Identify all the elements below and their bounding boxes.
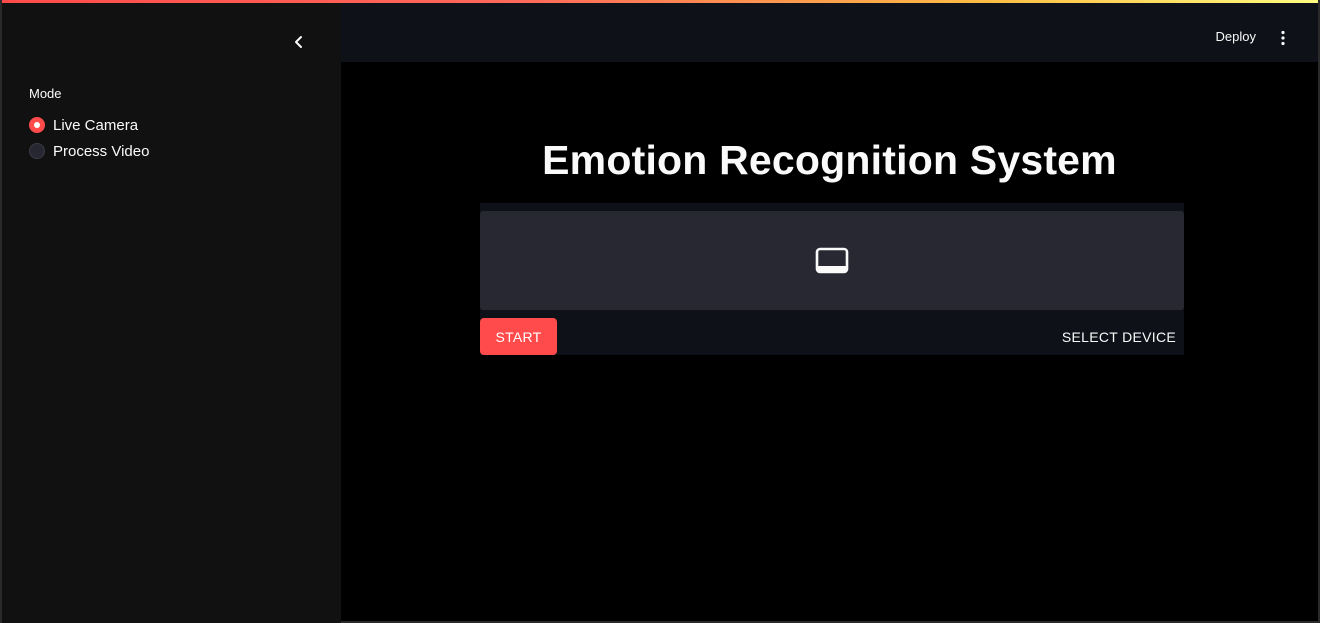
video-placeholder <box>480 211 1184 310</box>
more-vertical-icon <box>1281 30 1285 46</box>
collapse-sidebar-button[interactable] <box>286 30 312 54</box>
page-title: Emotion Recognition System <box>542 137 1117 183</box>
app-header: Deploy <box>341 0 1318 62</box>
main-content: Emotion Recognition System START SELECT … <box>341 62 1318 621</box>
deploy-button[interactable]: Deploy <box>1216 29 1256 44</box>
select-device-button[interactable]: SELECT DEVICE <box>1062 329 1176 345</box>
start-button[interactable]: START <box>480 318 557 355</box>
radio-label-process-video: Process Video <box>53 142 150 160</box>
top-decoration-bar <box>2 0 1318 3</box>
radio-live-camera[interactable]: Live Camera <box>29 112 149 138</box>
webrtc-streamer: START SELECT DEVICE <box>480 203 1184 355</box>
radio-process-video[interactable]: Process Video <box>29 138 149 164</box>
sidebar: Mode Live Camera Process Video <box>2 0 341 623</box>
app-window: Mode Live Camera Process Video Deploy Em… <box>0 0 1320 623</box>
radio-unchecked-icon <box>29 143 45 159</box>
radio-label-live-camera: Live Camera <box>53 116 139 134</box>
mode-label: Mode <box>29 86 62 101</box>
main-menu-button[interactable] <box>1276 28 1290 48</box>
chevron-left-icon <box>295 36 302 48</box>
mode-radio-group: Live Camera Process Video <box>29 112 149 164</box>
radio-checked-icon <box>29 117 45 133</box>
video-screen-icon <box>815 247 849 273</box>
